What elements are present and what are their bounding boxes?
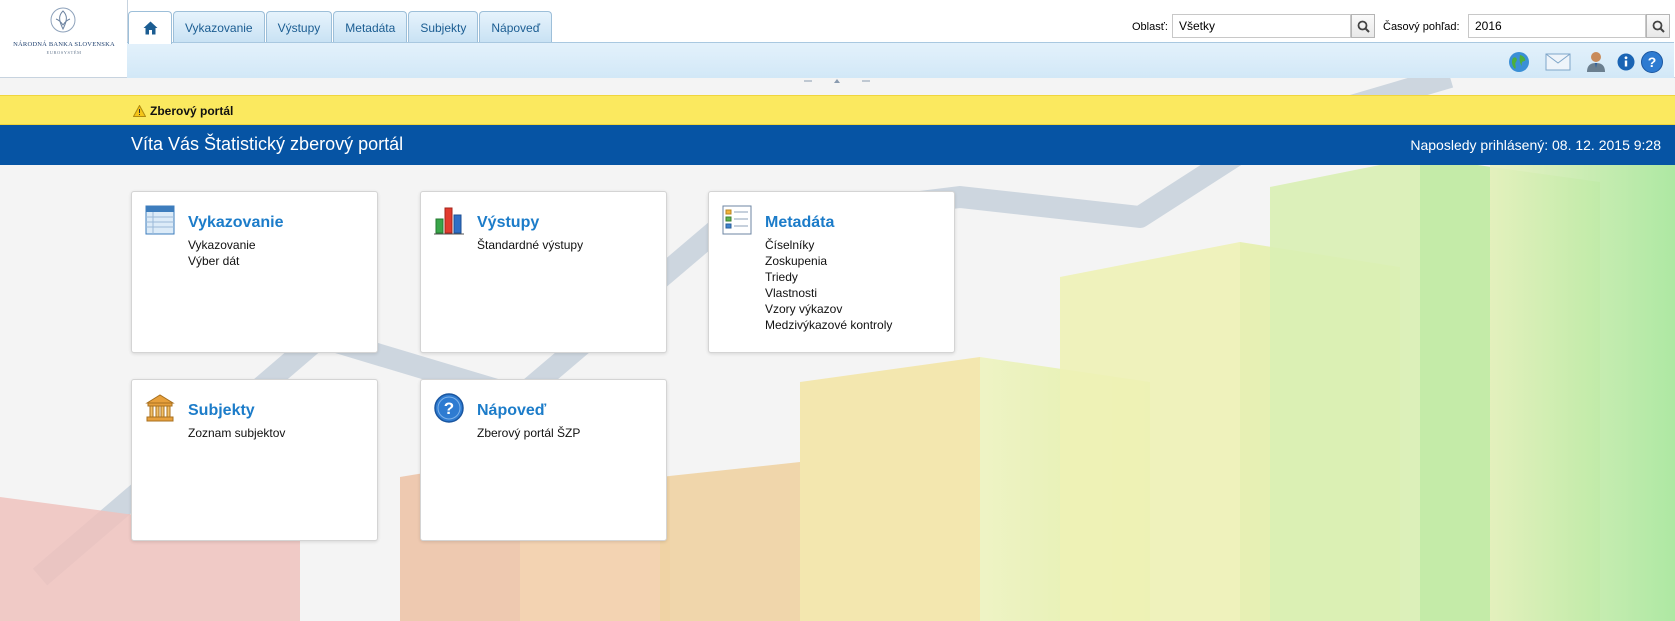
header-splitter[interactable] (800, 77, 890, 85)
link-zoznam-subjektov[interactable]: Zoznam subjektov (188, 425, 285, 441)
logo-name: NÁRODNÁ BANKA SLOVENSKA (13, 41, 115, 48)
logo[interactable]: NÁRODNÁ BANKA SLOVENSKA EUROSYSTÉM (1, 0, 128, 77)
tab-subjekty[interactable]: Subjekty (408, 11, 479, 42)
link-zberovy-portal-szp[interactable]: Zberový portál ŠZP (477, 425, 580, 441)
info-icon[interactable] (1616, 52, 1636, 72)
notice-text: Zberový portál (150, 104, 234, 118)
tab-vykazovanie[interactable]: Vykazovanie (173, 11, 265, 42)
link-medzivykazove-kontroly[interactable]: Medzivýkazové kontroly (765, 317, 892, 333)
oblast-input[interactable] (1173, 15, 1350, 37)
link-vykazovanie[interactable]: Vykazovanie (188, 237, 256, 253)
link-triedy[interactable]: Triedy (765, 269, 892, 285)
question-icon[interactable]: ? (434, 393, 464, 423)
warning-icon (133, 105, 146, 117)
tab-metadata[interactable]: Metadáta (333, 11, 408, 42)
mail-icon[interactable] (1544, 51, 1572, 73)
main-tabs: Vykazovanie Výstupy Metadáta Subjekty Ná… (128, 11, 553, 44)
link-vlastnosti[interactable]: Vlastnosti (765, 285, 892, 301)
link-zoskupenia[interactable]: Zoskupenia (765, 253, 892, 269)
link-vyber-dat[interactable]: Výber dát (188, 253, 256, 269)
cas-input[interactable] (1469, 15, 1645, 37)
home-icon (143, 21, 157, 35)
user-icon[interactable] (1585, 51, 1607, 73)
card-title[interactable]: Výstupy (477, 214, 539, 232)
last-login-text: Naposledy prihlásený: 08. 12. 2015 9:28 (1410, 137, 1661, 153)
oblast-field[interactable] (1172, 14, 1351, 38)
card-title[interactable]: Nápoveď (477, 402, 546, 420)
search-icon (1357, 20, 1370, 33)
notice-bar: Zberový portál (0, 95, 1675, 125)
card-napoved: ? Nápoveď Zberový portál ŠZP (420, 379, 667, 541)
bar-chart-icon[interactable] (434, 205, 464, 235)
oblast-label: Oblasť: (1132, 21, 1168, 33)
tab-napoved[interactable]: Nápoveď (479, 11, 553, 42)
calendar-icon[interactable] (145, 205, 175, 235)
card-title[interactable]: Metadáta (765, 214, 834, 232)
card-vystupy: Výstupy Štandardné výstupy (420, 191, 667, 353)
help-icon[interactable]: ? (1641, 51, 1663, 73)
tab-vystupy[interactable]: Výstupy (265, 11, 333, 42)
search-icon (1652, 20, 1665, 33)
globe-icon[interactable] (1508, 51, 1530, 73)
bank-icon[interactable] (145, 393, 175, 423)
app-header: NÁRODNÁ BANKA SLOVENSKA EUROSYSTÉM Vykaz… (0, 0, 1675, 78)
splitter-handle-icon (804, 79, 870, 83)
nav-toolbar (127, 42, 1674, 78)
oblast-search-button[interactable] (1351, 14, 1375, 38)
svg-text:?: ? (1648, 54, 1657, 70)
cas-search-button[interactable] (1646, 14, 1670, 38)
card-subjekty: Subjekty Zoznam subjektov (131, 379, 378, 541)
welcome-banner: Víta Vás Štatistický zberový portál Napo… (0, 125, 1675, 165)
tab-home[interactable] (128, 11, 172, 44)
link-ciselniky[interactable]: Číselníky (765, 237, 892, 253)
card-metadata: Metadáta Číselníky Zoskupenia Triedy Vla… (708, 191, 955, 353)
cas-label: Časový pohľad: (1383, 21, 1460, 33)
card-title[interactable]: Vykazovanie (188, 214, 283, 232)
card-vykazovanie: Vykazovanie Vykazovanie Výber dát (131, 191, 378, 353)
nbs-emblem-icon (50, 7, 76, 33)
page-title: Víta Vás Štatistický zberový portál (131, 134, 404, 154)
cas-field[interactable] (1468, 14, 1646, 38)
card-title[interactable]: Subjekty (188, 402, 255, 420)
link-standardne-vystupy[interactable]: Štandardné výstupy (477, 237, 583, 253)
logo-subtitle: EUROSYSTÉM (46, 50, 82, 55)
link-vzory-vykazov[interactable]: Vzory výkazov (765, 301, 892, 317)
svg-text:?: ? (444, 399, 454, 418)
list-icon[interactable] (722, 205, 752, 235)
